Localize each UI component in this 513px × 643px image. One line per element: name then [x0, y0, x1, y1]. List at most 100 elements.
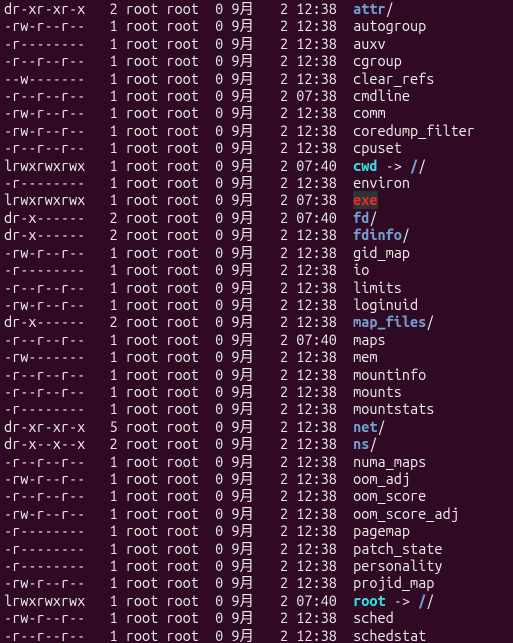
time: 12:38	[296, 609, 345, 626]
day: 2	[264, 470, 288, 487]
file-name: net	[353, 418, 377, 435]
links: 1	[85, 540, 117, 557]
perms: -r--r--r--	[4, 627, 85, 643]
month: 9月	[231, 122, 263, 139]
time: 12:38	[296, 279, 345, 296]
owner: root	[126, 17, 167, 34]
links: 1	[85, 400, 117, 417]
group: root	[166, 87, 207, 104]
file-name: comm	[353, 104, 385, 121]
owner: root	[126, 470, 167, 487]
day: 2	[264, 209, 288, 226]
perms: lrwxrwxrwx	[4, 191, 85, 208]
file-name: personality	[353, 557, 442, 574]
time: 12:38	[296, 540, 345, 557]
file-name: mem	[353, 348, 377, 365]
day: 2	[264, 35, 288, 52]
size: 0	[207, 52, 223, 69]
group: root	[166, 487, 207, 504]
month: 9月	[231, 540, 263, 557]
ls-row: -r--------1 rootroot0 9月2 12:38 mountsta…	[4, 400, 509, 417]
day: 2	[264, 540, 288, 557]
owner: root	[126, 226, 167, 243]
size: 0	[207, 522, 223, 539]
group: root	[166, 557, 207, 574]
links: 1	[85, 627, 117, 643]
group: root	[166, 244, 207, 261]
size: 0	[207, 0, 223, 17]
size: 0	[207, 348, 223, 365]
day: 2	[264, 139, 288, 156]
ls-row: -rw-r--r--1 rootroot0 9月2 12:38 autogrou…	[4, 17, 509, 34]
group: root	[166, 366, 207, 383]
day: 2	[264, 226, 288, 243]
group: root	[166, 331, 207, 348]
day: 2	[264, 174, 288, 191]
size: 0	[207, 487, 223, 504]
file-name: sched	[353, 609, 394, 626]
file-name: cwd	[353, 157, 377, 174]
terminal-output[interactable]: dr-xr-xr-x2 rootroot0 9月2 12:38 attr/ -rw…	[0, 0, 513, 643]
month: 9月	[231, 209, 263, 226]
time: 12:38	[296, 522, 345, 539]
file-name: cpuset	[353, 139, 402, 156]
file-name: loginuid	[353, 296, 418, 313]
day: 2	[264, 313, 288, 330]
perms: -r--------	[4, 522, 85, 539]
owner: root	[126, 191, 167, 208]
links: 1	[85, 331, 117, 348]
dir-slash: /	[402, 226, 410, 243]
size: 0	[207, 226, 223, 243]
file-name: pagemap	[353, 522, 410, 539]
day: 2	[264, 261, 288, 278]
owner: root	[126, 400, 167, 417]
links: 1	[85, 52, 117, 69]
month: 9月	[231, 139, 263, 156]
ls-row: -rw-r--r--1 rootroot0 9月2 12:38 projid_m…	[4, 574, 509, 591]
month: 9月	[231, 157, 263, 174]
month: 9月	[231, 470, 263, 487]
perms: -r--------	[4, 261, 85, 278]
month: 9月	[231, 17, 263, 34]
dir-slash: /	[418, 157, 426, 174]
day: 2	[264, 331, 288, 348]
dir-slash: /	[386, 0, 394, 17]
links: 2	[85, 209, 117, 226]
day: 2	[264, 122, 288, 139]
ls-row: dr-xr-xr-x2 rootroot0 9月2 12:38 attr/	[4, 0, 509, 17]
ls-row: -r--r--r--1 rootroot0 9月2 07:40 maps	[4, 331, 509, 348]
owner: root	[126, 505, 167, 522]
owner: root	[126, 609, 167, 626]
perms: -r--r--r--	[4, 487, 85, 504]
links: 1	[85, 104, 117, 121]
file-name: oom_adj	[353, 470, 410, 487]
file-name: patch_state	[353, 540, 442, 557]
links: 1	[85, 366, 117, 383]
time: 12:38	[296, 383, 345, 400]
file-name: environ	[353, 174, 410, 191]
links: 1	[85, 35, 117, 52]
perms: dr-xr-xr-x	[4, 0, 85, 17]
ls-row: -rw-r--r--1 rootroot0 9月2 12:38 oom_scor…	[4, 505, 509, 522]
owner: root	[126, 627, 167, 643]
group: root	[166, 52, 207, 69]
month: 9月	[231, 592, 263, 609]
perms: -r--r--r--	[4, 52, 85, 69]
group: root	[166, 574, 207, 591]
file-name: schedstat	[353, 627, 426, 643]
perms: lrwxrwxrwx	[4, 157, 85, 174]
group: root	[166, 348, 207, 365]
time: 07:40	[296, 157, 345, 174]
links: 5	[85, 418, 117, 435]
size: 0	[207, 331, 223, 348]
file-name: oom_score	[353, 487, 426, 504]
month: 9月	[231, 400, 263, 417]
ls-row: -r--r--r--1 rootroot0 9月2 12:38 cgroup	[4, 52, 509, 69]
day: 2	[264, 70, 288, 87]
time: 12:38	[296, 226, 345, 243]
owner: root	[126, 418, 167, 435]
day: 2	[264, 244, 288, 261]
file-name: fdinfo	[353, 226, 402, 243]
size: 0	[207, 17, 223, 34]
perms: -r--r--r--	[4, 87, 85, 104]
